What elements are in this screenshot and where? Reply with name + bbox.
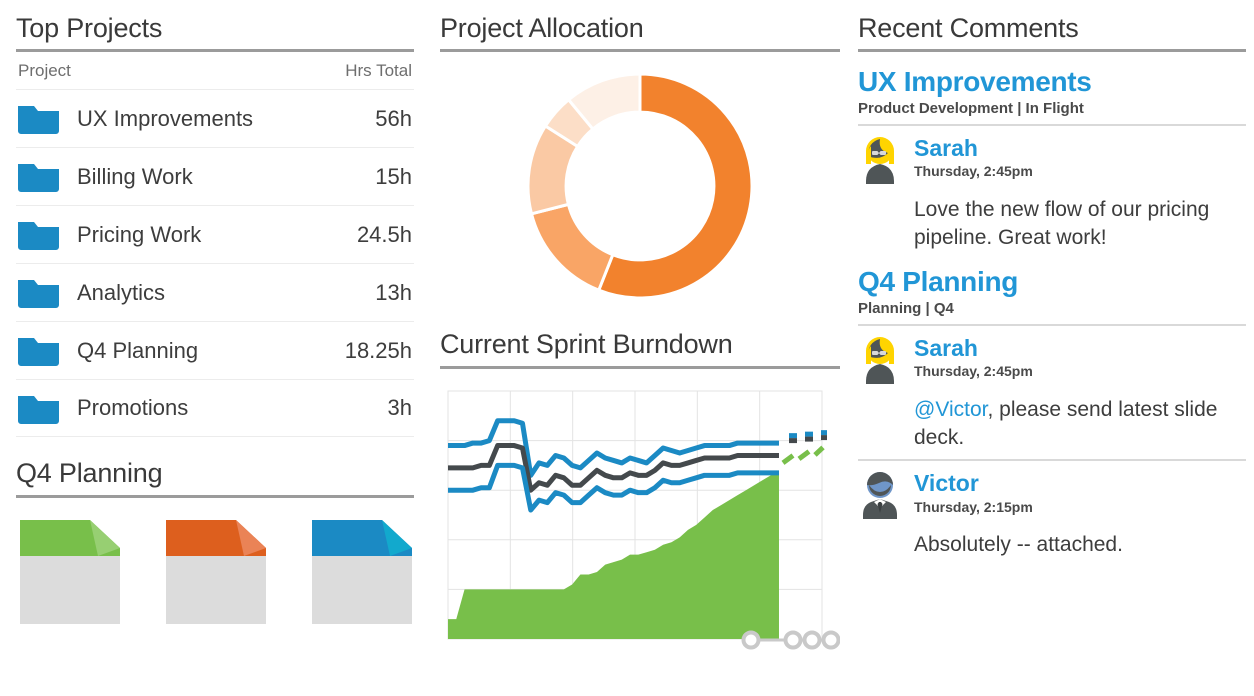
table-header: Project Hrs Total (16, 52, 414, 89)
comment-header: Sarah Thursday, 2:45pm (858, 326, 1246, 384)
comment-group: Q4 Planning Planning | Q4 Sarah Thursday, 2… (858, 266, 1246, 559)
table-row[interactable]: Analytics 13h (16, 263, 414, 321)
project-hours: 13h (375, 279, 412, 305)
right-column: Recent Comments UX Improvements Product D… (850, 0, 1254, 696)
left-column: Top Projects Project Hrs Total UX Improv… (0, 0, 430, 696)
comment-timestamp: Thursday, 2:45pm (914, 162, 1033, 179)
dashboard: Top Projects Project Hrs Total UX Improv… (0, 0, 1254, 696)
table-row[interactable]: Promotions 3h (16, 379, 414, 438)
comment-timestamp: Thursday, 2:45pm (914, 362, 1033, 379)
table-row[interactable]: Billing Work 15h (16, 147, 414, 205)
comment-text: @Victor, please send latest slide deck. (858, 384, 1246, 453)
sprint-burndown-panel: Current Sprint Burndown (440, 330, 840, 662)
donut-segment[interactable] (529, 202, 615, 293)
folder-icon (18, 103, 59, 135)
folder-icon (18, 335, 59, 367)
project-hours: 18.25h (344, 337, 412, 363)
comment-author[interactable]: Victor (914, 471, 1033, 495)
middle-column: Project Allocation Current Sprint Burndo… (430, 0, 850, 696)
q4-planning-title: Q4 Planning (16, 458, 163, 489)
comment-project-meta: Product Development | In Flight (858, 99, 1084, 117)
comment-mention-link[interactable]: @Victor (914, 398, 987, 421)
folder-icon (18, 393, 59, 424)
table-row[interactable]: Q4 Planning 18.25h (16, 321, 414, 379)
milestone-marker[interactable] (783, 630, 803, 650)
folder-icon (18, 161, 59, 193)
project-hours: 56h (375, 105, 412, 131)
burndown-title-rule (440, 365, 840, 369)
column-header-project: Project (18, 61, 71, 81)
milestone-marker[interactable] (802, 630, 822, 650)
project-name: UX Improvements (77, 105, 254, 131)
q4-title-rule (16, 494, 414, 498)
comments-title-rule (858, 49, 1246, 53)
comment-group: UX Improvements Product Development | In … (858, 66, 1246, 252)
comment-text: Absolutely -- attached. (914, 533, 1123, 557)
avatar-victor[interactable] (858, 471, 902, 520)
comment-byline: Sarah Thursday, 2:45pm (902, 336, 1033, 384)
project-hours: 24.5h (356, 221, 412, 247)
top-projects-panel: Top Projects Project Hrs Total UX Improv… (16, 0, 414, 438)
table-row[interactable]: Pricing Work 24.5h (16, 205, 414, 263)
q4-planning-panel: Q4 Planning (16, 458, 414, 624)
q4-bar-group (16, 519, 414, 624)
comment-header: Sarah Thursday, 2:45pm (858, 126, 1246, 184)
milestone-marker[interactable] (741, 630, 761, 650)
folder-icon (18, 277, 59, 309)
comment-byline: Sarah Thursday, 2:45pm (902, 136, 1033, 184)
comment-project-meta: Planning | Q4 (858, 299, 954, 317)
avatar-sarah[interactable] (858, 336, 902, 384)
avatar-sarah[interactable] (858, 136, 902, 184)
project-name: Billing Work (77, 163, 193, 189)
project-name: Promotions (77, 395, 189, 421)
comments-list: UX Improvements Product Development | In … (858, 66, 1246, 559)
project-name: Analytics (77, 279, 166, 305)
comment-text: Love the new flow of our pricing pipelin… (914, 197, 1210, 250)
comment-timestamp: Thursday, 2:15pm (914, 498, 1033, 515)
donut-chart-svg[interactable] (440, 66, 840, 316)
project-allocation-title: Project Allocation (440, 13, 644, 43)
comment-author[interactable]: Sarah (914, 136, 1033, 160)
q4-bar[interactable] (312, 519, 412, 624)
project-allocation-panel: Project Allocation (440, 0, 840, 316)
project-name: Q4 Planning (77, 337, 199, 363)
page-title: Top Projects (16, 13, 163, 43)
folder-icon (18, 219, 59, 251)
comment-author[interactable]: Sarah (914, 336, 1033, 360)
comment-project-link[interactable]: Q4 Planning (858, 266, 1246, 297)
q4-bar[interactable] (20, 519, 120, 624)
recent-comments-title: Recent Comments (858, 13, 1079, 43)
top-projects-table: UX Improvements 56h Billing Work 15h Pricing… (16, 89, 414, 438)
burndown-chart[interactable] (440, 383, 840, 663)
sprint-burndown-title: Current Sprint Burndown (440, 329, 733, 360)
burndown-chart-svg[interactable] (440, 383, 840, 663)
milestone-marker[interactable] (821, 630, 840, 650)
comment-byline: Victor Thursday, 2:15pm (902, 471, 1033, 519)
project-hours: 15h (375, 163, 412, 189)
q4-bar[interactable] (166, 519, 266, 624)
donut-chart[interactable] (440, 66, 840, 316)
column-header-hours: Hrs Total (345, 61, 412, 81)
project-name: Pricing Work (77, 221, 202, 247)
allocation-title-rule (440, 49, 840, 53)
project-hours: 3h (387, 395, 412, 421)
comment-project-link[interactable]: UX Improvements (858, 66, 1246, 97)
comment-header: Victor Thursday, 2:15pm (858, 461, 1246, 520)
table-row[interactable]: UX Improvements 56h (16, 89, 414, 147)
